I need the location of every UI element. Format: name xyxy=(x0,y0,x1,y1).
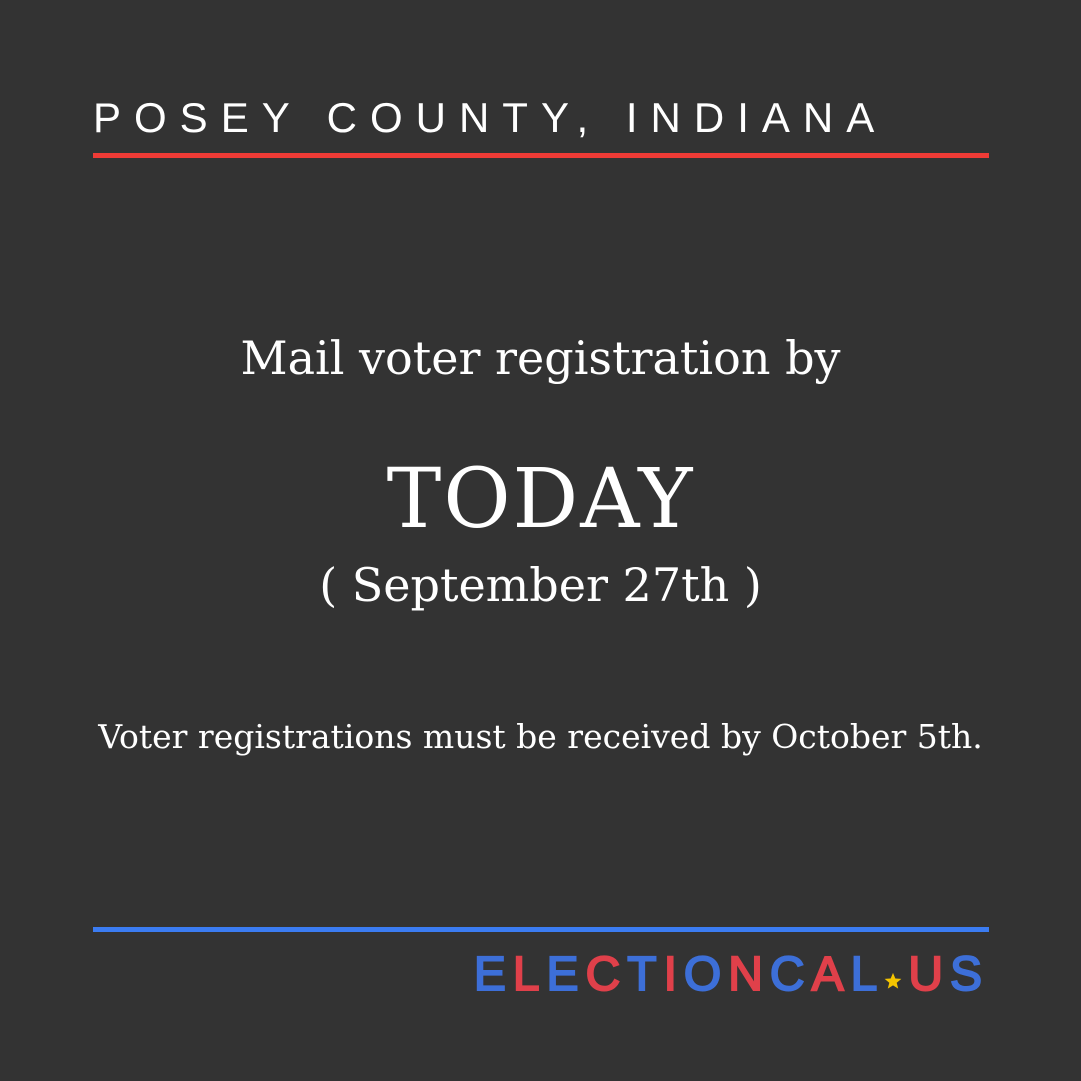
top-red-divider xyxy=(93,153,989,158)
logo-letter: S xyxy=(949,947,989,1002)
deadline-headline: TODAY xyxy=(386,452,695,547)
received-by-note: Voter registrations must be received by … xyxy=(98,717,983,756)
logo-letter: I xyxy=(663,947,684,1002)
logo-letter: T xyxy=(626,947,664,1002)
logo-letter: U xyxy=(907,947,950,1002)
mail-registration-line: Mail voter registration by xyxy=(240,331,841,385)
star-icon xyxy=(884,972,902,989)
logo-letter: C xyxy=(585,947,628,1002)
logo-letter: E xyxy=(546,947,586,1002)
logo-letter: N xyxy=(727,947,770,1002)
logo-letter: O xyxy=(683,947,729,1002)
county-title: POSEY COUNTY, INDIANA xyxy=(93,94,888,141)
election-reminder-card: POSEY COUNTY, INDIANA Mail voter registr… xyxy=(0,0,1081,1081)
bottom-blue-divider xyxy=(93,927,989,932)
logo-letter: A xyxy=(811,947,851,1002)
logo-letter: C xyxy=(769,947,812,1002)
logo-letter: L xyxy=(512,947,547,1002)
logo-letter: E xyxy=(473,947,513,1002)
electioncal-logo: ELECTIONCALUS xyxy=(473,946,989,1002)
logo-letter: L xyxy=(850,947,885,1002)
deadline-date: ( September 27th ) xyxy=(319,558,762,612)
